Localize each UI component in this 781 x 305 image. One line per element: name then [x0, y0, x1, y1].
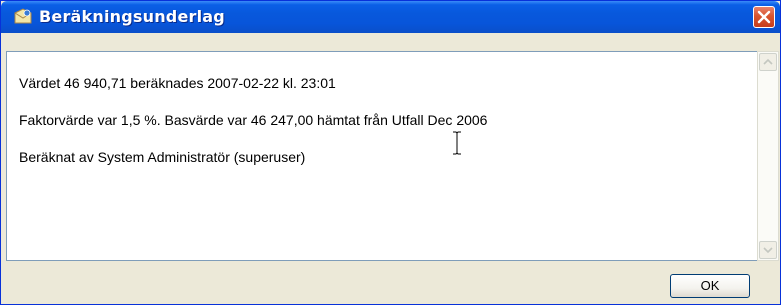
calculated-by-line: Beräknat av System Administratör (superu…: [19, 149, 306, 165]
ok-button[interactable]: OK: [670, 274, 750, 298]
vertical-scrollbar[interactable]: [757, 51, 779, 261]
scroll-down-button[interactable]: [759, 241, 777, 259]
title-bar[interactable]: Beräkningsunderlag: [1, 1, 780, 33]
close-icon: [757, 10, 771, 24]
chevron-down-icon: [763, 247, 773, 254]
dialog-window: Beräkningsunderlag Värdet 46 940,71 berä…: [0, 0, 781, 305]
window-title: Beräkningsunderlag: [39, 7, 225, 26]
calculated-value-line: Värdet 46 940,71 beräknades 2007-02-22 k…: [19, 75, 336, 91]
scroll-up-button[interactable]: [759, 53, 777, 71]
chevron-up-icon: [763, 58, 773, 65]
factor-value-line: Faktorvärde var 1,5 %. Basvärde var 46 2…: [19, 112, 488, 128]
close-button[interactable]: [753, 6, 775, 28]
text-cursor-icon: [453, 131, 461, 155]
calculation-details-text-area[interactable]: Värdet 46 940,71 beräknades 2007-02-22 k…: [6, 51, 757, 261]
app-envelope-icon: [14, 8, 32, 24]
